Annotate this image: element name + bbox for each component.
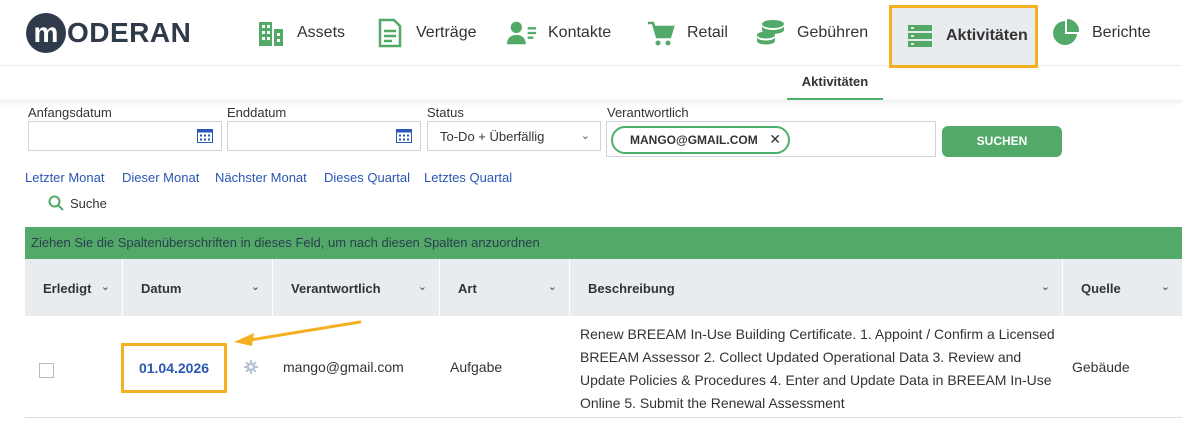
start-date-label: Anfangsdatum bbox=[28, 105, 112, 120]
cart-icon bbox=[645, 17, 677, 49]
grid-header: Erledigt ⌄ Datum ⌄ Verantwortlich ⌄ Art … bbox=[25, 259, 1182, 316]
nav-item-retail[interactable]: Retail bbox=[645, 12, 728, 54]
logo-mark: m bbox=[26, 13, 66, 53]
column-header-art[interactable]: Art ⌄ bbox=[440, 259, 570, 316]
responsible-label: Verantwortlich bbox=[607, 105, 689, 120]
status-select[interactable]: To-Do + Überfällig ⌄ bbox=[427, 121, 601, 151]
chevron-down-icon: ⌄ bbox=[580, 130, 590, 142]
nav-item-aktivitaeten[interactable]: Aktivitäten bbox=[889, 5, 1038, 68]
nav-label-aktivitaeten: Aktivitäten bbox=[946, 27, 1028, 44]
nav-item-gebuehren[interactable]: Gebühren bbox=[755, 12, 868, 54]
building-icon bbox=[255, 17, 287, 49]
chevron-down-icon[interactable]: ⌄ bbox=[418, 280, 427, 293]
contacts-icon bbox=[506, 17, 538, 49]
table-row[interactable]: 01.04.2026 mango@gmail.com Aufgabe Renew… bbox=[25, 316, 1182, 418]
chevron-down-icon[interactable]: ⌄ bbox=[101, 280, 110, 293]
header-shadow bbox=[0, 100, 1182, 106]
chevron-down-icon[interactable]: ⌄ bbox=[548, 280, 557, 293]
moderan-logo[interactable]: m ODERAN bbox=[26, 12, 191, 54]
column-header-verantwortlich[interactable]: Verantwortlich ⌄ bbox=[273, 259, 440, 316]
responsible-input[interactable]: MANGO@GMAIL.COM ✕ bbox=[606, 121, 936, 157]
chevron-down-icon[interactable]: ⌄ bbox=[251, 280, 260, 293]
nav-item-berichte[interactable]: Berichte bbox=[1050, 12, 1151, 54]
calendar-icon[interactable] bbox=[197, 129, 213, 143]
responsible-cell: mango@gmail.com bbox=[283, 359, 404, 375]
nav-item-assets[interactable]: Assets bbox=[255, 12, 345, 54]
document-icon bbox=[374, 17, 406, 49]
quick-link-last-month[interactable]: Letzter Monat bbox=[25, 170, 105, 185]
nav-label-gebuehren: Gebühren bbox=[797, 24, 869, 41]
logo-text: ODERAN bbox=[67, 17, 192, 48]
coins-icon bbox=[755, 17, 787, 49]
search-icon bbox=[48, 195, 64, 211]
nav-item-vertraege[interactable]: Verträge bbox=[374, 12, 476, 54]
chevron-down-icon[interactable]: ⌄ bbox=[1041, 280, 1050, 293]
status-value: To-Do + Überfällig bbox=[440, 129, 545, 144]
quick-link-this-quarter[interactable]: Dieses Quartal bbox=[324, 170, 410, 185]
column-header-quelle[interactable]: Quelle ⌄ bbox=[1063, 259, 1182, 316]
nav-label-kontakte: Kontakte bbox=[548, 24, 612, 41]
nav-item-kontakte[interactable]: Kontakte bbox=[506, 12, 611, 54]
top-navigation-bar: m ODERAN Assets Verträge Kontakte Retail… bbox=[0, 0, 1182, 68]
nav-label-berichte: Berichte bbox=[1092, 24, 1151, 41]
start-date-input[interactable] bbox=[28, 121, 222, 151]
gear-icon[interactable] bbox=[244, 360, 258, 374]
quick-link-last-quarter[interactable]: Letztes Quartal bbox=[424, 170, 512, 185]
nav-label-vertraege: Verträge bbox=[416, 24, 477, 41]
column-title-datum: Datum bbox=[141, 281, 182, 296]
end-date-input[interactable] bbox=[227, 121, 421, 151]
column-title-art: Art bbox=[458, 281, 477, 296]
group-by-area[interactable]: Ziehen Sie die Spaltenüberschriften in d… bbox=[25, 227, 1182, 259]
end-date-label: Enddatum bbox=[227, 105, 287, 120]
column-title-erledigt: Erledigt bbox=[43, 281, 92, 296]
nav-label-assets: Assets bbox=[297, 24, 346, 41]
search-link-label: Suche bbox=[70, 195, 107, 211]
responsible-chip-text: MANGO@GMAIL.COM bbox=[630, 133, 758, 147]
nav-label-retail: Retail bbox=[687, 24, 728, 41]
date-link[interactable]: 01.04.2026 bbox=[121, 343, 227, 393]
status-label: Status bbox=[427, 105, 464, 120]
pie-chart-icon bbox=[1050, 17, 1082, 49]
column-title-beschreibung: Beschreibung bbox=[588, 281, 675, 296]
column-title-verantwortlich: Verantwortlich bbox=[291, 281, 381, 296]
calendar-icon[interactable] bbox=[396, 129, 412, 143]
quick-link-next-month[interactable]: Nächster Monat bbox=[215, 170, 307, 185]
responsible-chip: MANGO@GMAIL.COM ✕ bbox=[611, 126, 790, 154]
nav-item-aktivitaeten-inner: Aktivitäten bbox=[904, 15, 1028, 57]
close-icon[interactable]: ✕ bbox=[769, 131, 781, 148]
source-cell: Gebäude bbox=[1072, 359, 1130, 375]
chevron-down-icon[interactable]: ⌄ bbox=[1161, 280, 1170, 293]
column-header-datum[interactable]: Datum ⌄ bbox=[123, 259, 273, 316]
column-title-quelle: Quelle bbox=[1081, 281, 1121, 296]
done-checkbox[interactable] bbox=[39, 363, 54, 378]
column-header-erledigt[interactable]: Erledigt ⌄ bbox=[25, 259, 123, 316]
quick-link-this-month[interactable]: Dieser Monat bbox=[122, 170, 199, 185]
description-cell: Renew BREEAM In-Use Building Certificate… bbox=[580, 326, 1055, 411]
list-icon bbox=[904, 20, 936, 52]
search-button[interactable]: SUCHEN bbox=[942, 126, 1062, 157]
type-cell: Aufgabe bbox=[450, 359, 503, 375]
column-header-beschreibung[interactable]: Beschreibung ⌄ bbox=[570, 259, 1063, 316]
search-link[interactable]: Suche bbox=[48, 193, 107, 213]
